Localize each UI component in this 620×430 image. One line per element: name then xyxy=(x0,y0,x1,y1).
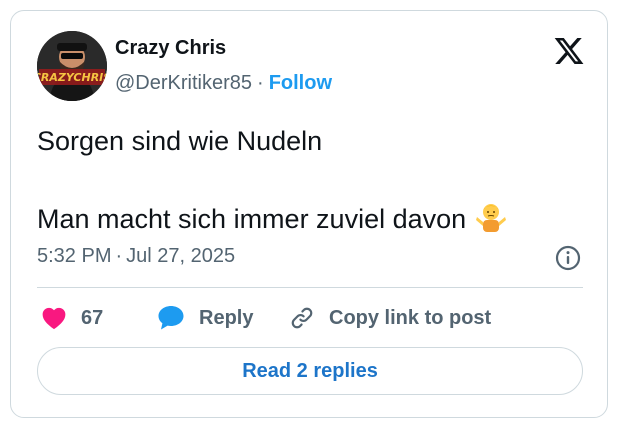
copy-link-button[interactable]: Copy link to post xyxy=(289,303,491,333)
tweet-text-line-1: Sorgen sind wie Nudeln xyxy=(37,126,323,156)
handle-separator: · xyxy=(257,72,264,94)
tweet-card: CRAZYCHRIS Crazy Chris @DerKritiker85·Fo… xyxy=(10,10,608,418)
read-replies-button[interactable]: Read 2 replies xyxy=(37,347,583,395)
person-shrugging-emoji xyxy=(474,200,508,234)
author-name[interactable]: Crazy Chris xyxy=(115,37,226,60)
tweet-text-line-2: Man macht sich immer zuviel davon xyxy=(37,204,467,234)
tweet-time: 5:32 PM xyxy=(37,245,112,267)
heart-icon xyxy=(41,306,67,330)
link-icon xyxy=(289,305,315,331)
info-icon[interactable] xyxy=(554,244,582,272)
reply-bubble-icon xyxy=(157,305,185,331)
like-button[interactable]: 67 xyxy=(41,303,103,333)
copy-link-label: Copy link to post xyxy=(329,306,492,329)
follow-button[interactable]: Follow xyxy=(269,72,332,94)
avatar-logo-text: CRAZYCHRIS xyxy=(37,71,107,84)
action-bar: 67 Reply Copy link to post xyxy=(37,303,583,333)
reply-button[interactable]: Reply xyxy=(157,303,253,333)
tweet-date: Jul 27, 2025 xyxy=(126,245,236,267)
author-handle[interactable]: @DerKritiker85 xyxy=(115,72,252,94)
tweet-timestamp[interactable]: 5:32 PM · Jul 27, 2025 xyxy=(37,245,235,268)
x-logo-icon[interactable] xyxy=(553,35,585,67)
read-replies-label: Read 2 replies xyxy=(242,359,378,382)
reply-label: Reply xyxy=(199,306,254,329)
like-count: 67 xyxy=(81,306,104,329)
meta-separator: · xyxy=(115,245,123,267)
handle-row: @DerKritiker85 · Follow xyxy=(115,72,332,95)
divider xyxy=(37,287,583,288)
avatar[interactable]: CRAZYCHRIS xyxy=(37,31,107,101)
tweet-text-line-2-row: Man macht sich immer zuviel davon xyxy=(37,200,508,235)
